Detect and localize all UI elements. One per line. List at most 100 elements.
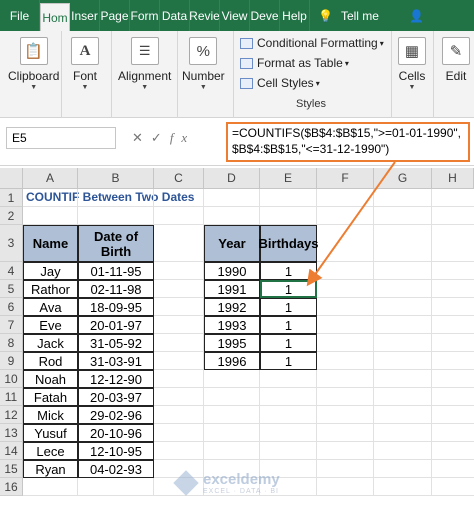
tab-data[interactable]: Data bbox=[160, 0, 190, 31]
row-header-9[interactable]: 9 bbox=[0, 352, 23, 370]
row-header-10[interactable]: 10 bbox=[0, 370, 23, 388]
dob-cell[interactable]: 29-02-96 bbox=[78, 406, 154, 424]
column-header-h[interactable]: H bbox=[432, 168, 474, 189]
font-button[interactable]: A Font ▼ bbox=[71, 37, 99, 91]
column-header-g[interactable]: G bbox=[374, 168, 432, 189]
column-header-c[interactable]: C bbox=[154, 168, 204, 189]
dob-cell[interactable]: 04-02-93 bbox=[78, 460, 154, 478]
conditional-formatting-button[interactable]: Conditional Formatting ▾ bbox=[240, 36, 384, 50]
row-header-2[interactable]: 2 bbox=[0, 207, 23, 225]
dob-cell[interactable]: 20-10-96 bbox=[78, 424, 154, 442]
percent-icon: % bbox=[189, 37, 218, 65]
year-cell[interactable]: 1995 bbox=[204, 334, 260, 352]
selected-cell-e5[interactable]: 1 bbox=[260, 280, 317, 298]
row-header-15[interactable]: 15 bbox=[0, 460, 23, 478]
dob-cell[interactable]: 18-09-95 bbox=[78, 298, 154, 316]
user-icon[interactable]: 👤 bbox=[409, 9, 424, 23]
tab-hom[interactable]: Hom bbox=[40, 3, 70, 31]
header-year[interactable]: Year bbox=[204, 225, 260, 262]
format-as-table-button[interactable]: Format as Table ▾ bbox=[240, 56, 349, 70]
name-cell[interactable]: Jack bbox=[23, 334, 78, 352]
enter-icon[interactable]: ✓ bbox=[151, 130, 170, 145]
year-cell[interactable]: 1990 bbox=[204, 262, 260, 280]
dob-cell[interactable]: 02-11-98 bbox=[78, 280, 154, 298]
year-cell[interactable]: 1992 bbox=[204, 298, 260, 316]
paste-button[interactable]: 📋 Clipboard ▼ bbox=[8, 37, 59, 91]
select-all-corner[interactable] bbox=[0, 168, 23, 189]
tab-page[interactable]: Page bbox=[100, 0, 130, 31]
tell-me-box[interactable]: 💡 Tell me 👤 bbox=[318, 0, 424, 31]
row-header-8[interactable]: 8 bbox=[0, 334, 23, 352]
column-header-b[interactable]: B bbox=[78, 168, 154, 189]
birthdays-cell[interactable]: 1 bbox=[260, 262, 317, 280]
name-box[interactable]: E5 bbox=[6, 127, 116, 149]
name-cell[interactable]: Eve bbox=[23, 316, 78, 334]
cells-button[interactable]: ▦ Cells ▼ bbox=[398, 37, 426, 91]
name-cell[interactable]: Rathor bbox=[23, 280, 78, 298]
name-cell[interactable]: Fatah bbox=[23, 388, 78, 406]
name-cell[interactable]: Ava bbox=[23, 298, 78, 316]
formula-line-1: =COUNTIFS($B$4:$B$15,">=01-01-1990", bbox=[232, 126, 461, 140]
row-header-11[interactable]: 11 bbox=[0, 388, 23, 406]
year-cell[interactable]: 1996 bbox=[204, 352, 260, 370]
row-header-14[interactable]: 14 bbox=[0, 442, 23, 460]
worksheet-grid: COUNTIF Between Two Dates ABCDEFGH123456… bbox=[0, 168, 474, 514]
birthdays-cell[interactable]: 1 bbox=[260, 352, 317, 370]
birthdays-cell[interactable]: 1 bbox=[260, 298, 317, 316]
dob-cell[interactable]: 20-01-97 bbox=[78, 316, 154, 334]
number-button[interactable]: % Number ▼ bbox=[182, 37, 225, 91]
dob-cell[interactable]: 12-10-95 bbox=[78, 442, 154, 460]
dob-cell[interactable]: 01-11-95 bbox=[78, 262, 154, 280]
column-header-d[interactable]: D bbox=[204, 168, 260, 189]
header-birthdays[interactable]: Birthdays bbox=[259, 225, 318, 262]
clipboard-label: Clipboard bbox=[8, 69, 60, 83]
name-cell[interactable]: Jay bbox=[23, 262, 78, 280]
alignment-button[interactable]: ☰ Alignment ▼ bbox=[118, 37, 171, 91]
row-header-13[interactable]: 13 bbox=[0, 424, 23, 442]
row-header-5[interactable]: 5 bbox=[0, 280, 23, 298]
birthdays-cell[interactable]: 1 bbox=[260, 316, 317, 334]
column-header-a[interactable]: A bbox=[23, 168, 78, 189]
formula-buttons: ✕✓fx bbox=[132, 130, 195, 146]
name-cell[interactable]: Ryan bbox=[23, 460, 78, 478]
formula-input[interactable]: =COUNTIFS($B$4:$B$15,">=01-01-1990", $B$… bbox=[226, 122, 470, 162]
cancel-icon[interactable]: ✕ bbox=[132, 130, 151, 145]
row-header-7[interactable]: 7 bbox=[0, 316, 23, 334]
name-cell[interactable]: Yusuf bbox=[23, 424, 78, 442]
name-cell[interactable]: Rod bbox=[23, 352, 78, 370]
tab-revie[interactable]: Revie bbox=[190, 0, 220, 31]
exceldemy-logo-icon bbox=[173, 470, 199, 496]
name-cell[interactable]: Mick bbox=[23, 406, 78, 424]
year-cell[interactable]: 1991 bbox=[204, 280, 260, 298]
row-header-4[interactable]: 4 bbox=[0, 262, 23, 280]
dob-cell[interactable]: 20-03-97 bbox=[78, 388, 154, 406]
fx-icon[interactable]: fx bbox=[170, 130, 195, 145]
tab-help[interactable]: Help bbox=[280, 0, 310, 31]
header-date-of-birth[interactable]: Date of Birth bbox=[78, 225, 154, 262]
dob-cell[interactable]: 31-05-92 bbox=[78, 334, 154, 352]
name-cell[interactable]: Noah bbox=[23, 370, 78, 388]
column-header-e[interactable]: E bbox=[260, 168, 317, 189]
cell-styles-button[interactable]: Cell Styles ▾ bbox=[240, 76, 320, 90]
dob-cell[interactable]: 31-03-91 bbox=[78, 352, 154, 370]
editing-button[interactable]: ✎ Edit bbox=[442, 37, 470, 83]
column-header-f[interactable]: F bbox=[317, 168, 374, 189]
row-header-12[interactable]: 12 bbox=[0, 406, 23, 424]
clipboard-icon: 📋 bbox=[19, 37, 48, 65]
header-name[interactable]: Name bbox=[23, 225, 78, 262]
name-cell[interactable]: Lece bbox=[23, 442, 78, 460]
row-header-3[interactable]: 3 bbox=[0, 225, 23, 262]
tab-view[interactable]: View bbox=[220, 0, 250, 31]
row-header-1[interactable]: 1 bbox=[0, 189, 23, 207]
dob-cell[interactable]: 12-12-90 bbox=[78, 370, 154, 388]
birthdays-cell[interactable]: 1 bbox=[260, 334, 317, 352]
watermark-tagline: EXCEL · DATA · BI bbox=[203, 488, 279, 495]
row-header-16[interactable]: 16 bbox=[0, 478, 23, 496]
row-header-6[interactable]: 6 bbox=[0, 298, 23, 316]
tab-form[interactable]: Form bbox=[130, 0, 160, 31]
tab-file[interactable]: File bbox=[0, 0, 40, 31]
chevron-down-icon: ▼ bbox=[30, 84, 38, 91]
tab-deve[interactable]: Deve bbox=[250, 0, 280, 31]
tab-inser[interactable]: Inser bbox=[70, 0, 100, 31]
year-cell[interactable]: 1993 bbox=[204, 316, 260, 334]
